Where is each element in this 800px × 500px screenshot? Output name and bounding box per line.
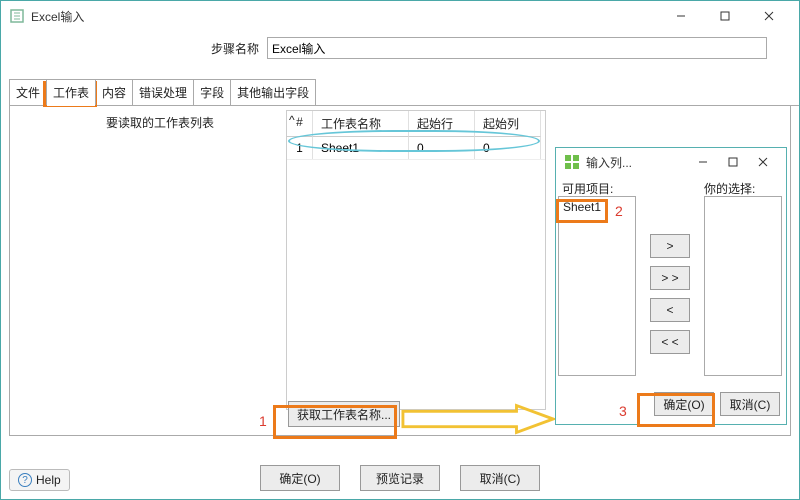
tabs: 文件 工作表 内容 错误处理 字段 其他输出字段	[9, 79, 799, 106]
selected-label: 你的选择:	[704, 180, 755, 197]
cancel-button[interactable]: 取消(C)	[460, 465, 540, 491]
removeall-button[interactable]: < <	[650, 330, 690, 354]
minimize-button[interactable]	[659, 1, 703, 31]
get-sheet-names-button[interactable]: 获取工作表名称...	[288, 401, 400, 427]
col-sheetname: 工作表名称	[313, 111, 409, 137]
add-button[interactable]: >	[650, 234, 690, 258]
popup-titlebar: 输入列...	[556, 148, 786, 176]
window-title: Excel输入	[31, 8, 659, 25]
sheet-grid[interactable]: ^# 工作表名称 起始行 起始列 1 Sheet1 0 0	[286, 110, 546, 410]
tab-file[interactable]: 文件	[9, 79, 47, 105]
close-button[interactable]	[747, 1, 791, 31]
available-label: 可用项目:	[562, 180, 613, 197]
step-name-label: 步骤名称	[211, 40, 259, 57]
col-startrow: 起始行	[409, 111, 475, 137]
input-columns-dialog: 输入列... 可用项目: 你的选择: Sheet1 > > > < < < 确定…	[555, 147, 787, 425]
remove-button[interactable]: <	[650, 298, 690, 322]
popup-ok-button[interactable]: 确定(O)	[654, 392, 714, 416]
tab-fields[interactable]: 字段	[193, 79, 231, 105]
table-row[interactable]: 1 Sheet1 0 0	[287, 137, 545, 159]
ok-button[interactable]: 确定(O)	[260, 465, 340, 491]
step-name-row: 步骤名称	[1, 31, 799, 65]
list-item[interactable]: Sheet1	[561, 199, 633, 215]
footer-buttons: 确定(O) 预览记录 取消(C)	[1, 465, 799, 491]
popup-maximize-button[interactable]	[718, 147, 748, 177]
tab-errorhandling[interactable]: 错误处理	[132, 79, 194, 105]
popup-icon	[564, 154, 580, 170]
tab-otheroutput[interactable]: 其他输出字段	[230, 79, 316, 105]
mover-buttons: > > > < < <	[650, 234, 690, 354]
selected-listbox[interactable]	[704, 196, 782, 376]
main-titlebar: Excel输入	[1, 1, 799, 31]
app-icon	[9, 8, 25, 24]
preview-button[interactable]: 预览记录	[360, 465, 440, 491]
popup-minimize-button[interactable]	[688, 147, 718, 177]
maximize-button[interactable]	[703, 1, 747, 31]
popup-title: 输入列...	[586, 154, 688, 171]
popup-close-button[interactable]	[748, 147, 778, 177]
step-name-input[interactable]	[267, 37, 767, 59]
main-window: Excel输入 步骤名称 文件 工作表 内容 错误处理 字段 其他输出字段 要读…	[0, 0, 800, 500]
popup-cancel-button[interactable]: 取消(C)	[720, 392, 780, 416]
addall-button[interactable]: > >	[650, 266, 690, 290]
sheet-grid-header: ^# 工作表名称 起始行 起始列	[287, 111, 545, 137]
col-startcol: 起始列	[475, 111, 541, 137]
available-listbox[interactable]: Sheet1	[558, 196, 636, 376]
tab-content[interactable]: 内容	[95, 79, 133, 105]
tab-row: 文件 工作表 内容 错误处理 字段 其他输出字段	[9, 79, 799, 106]
tab-worksheet[interactable]: 工作表	[46, 79, 96, 105]
sheet-list-label: 要读取的工作表列表	[106, 114, 214, 131]
